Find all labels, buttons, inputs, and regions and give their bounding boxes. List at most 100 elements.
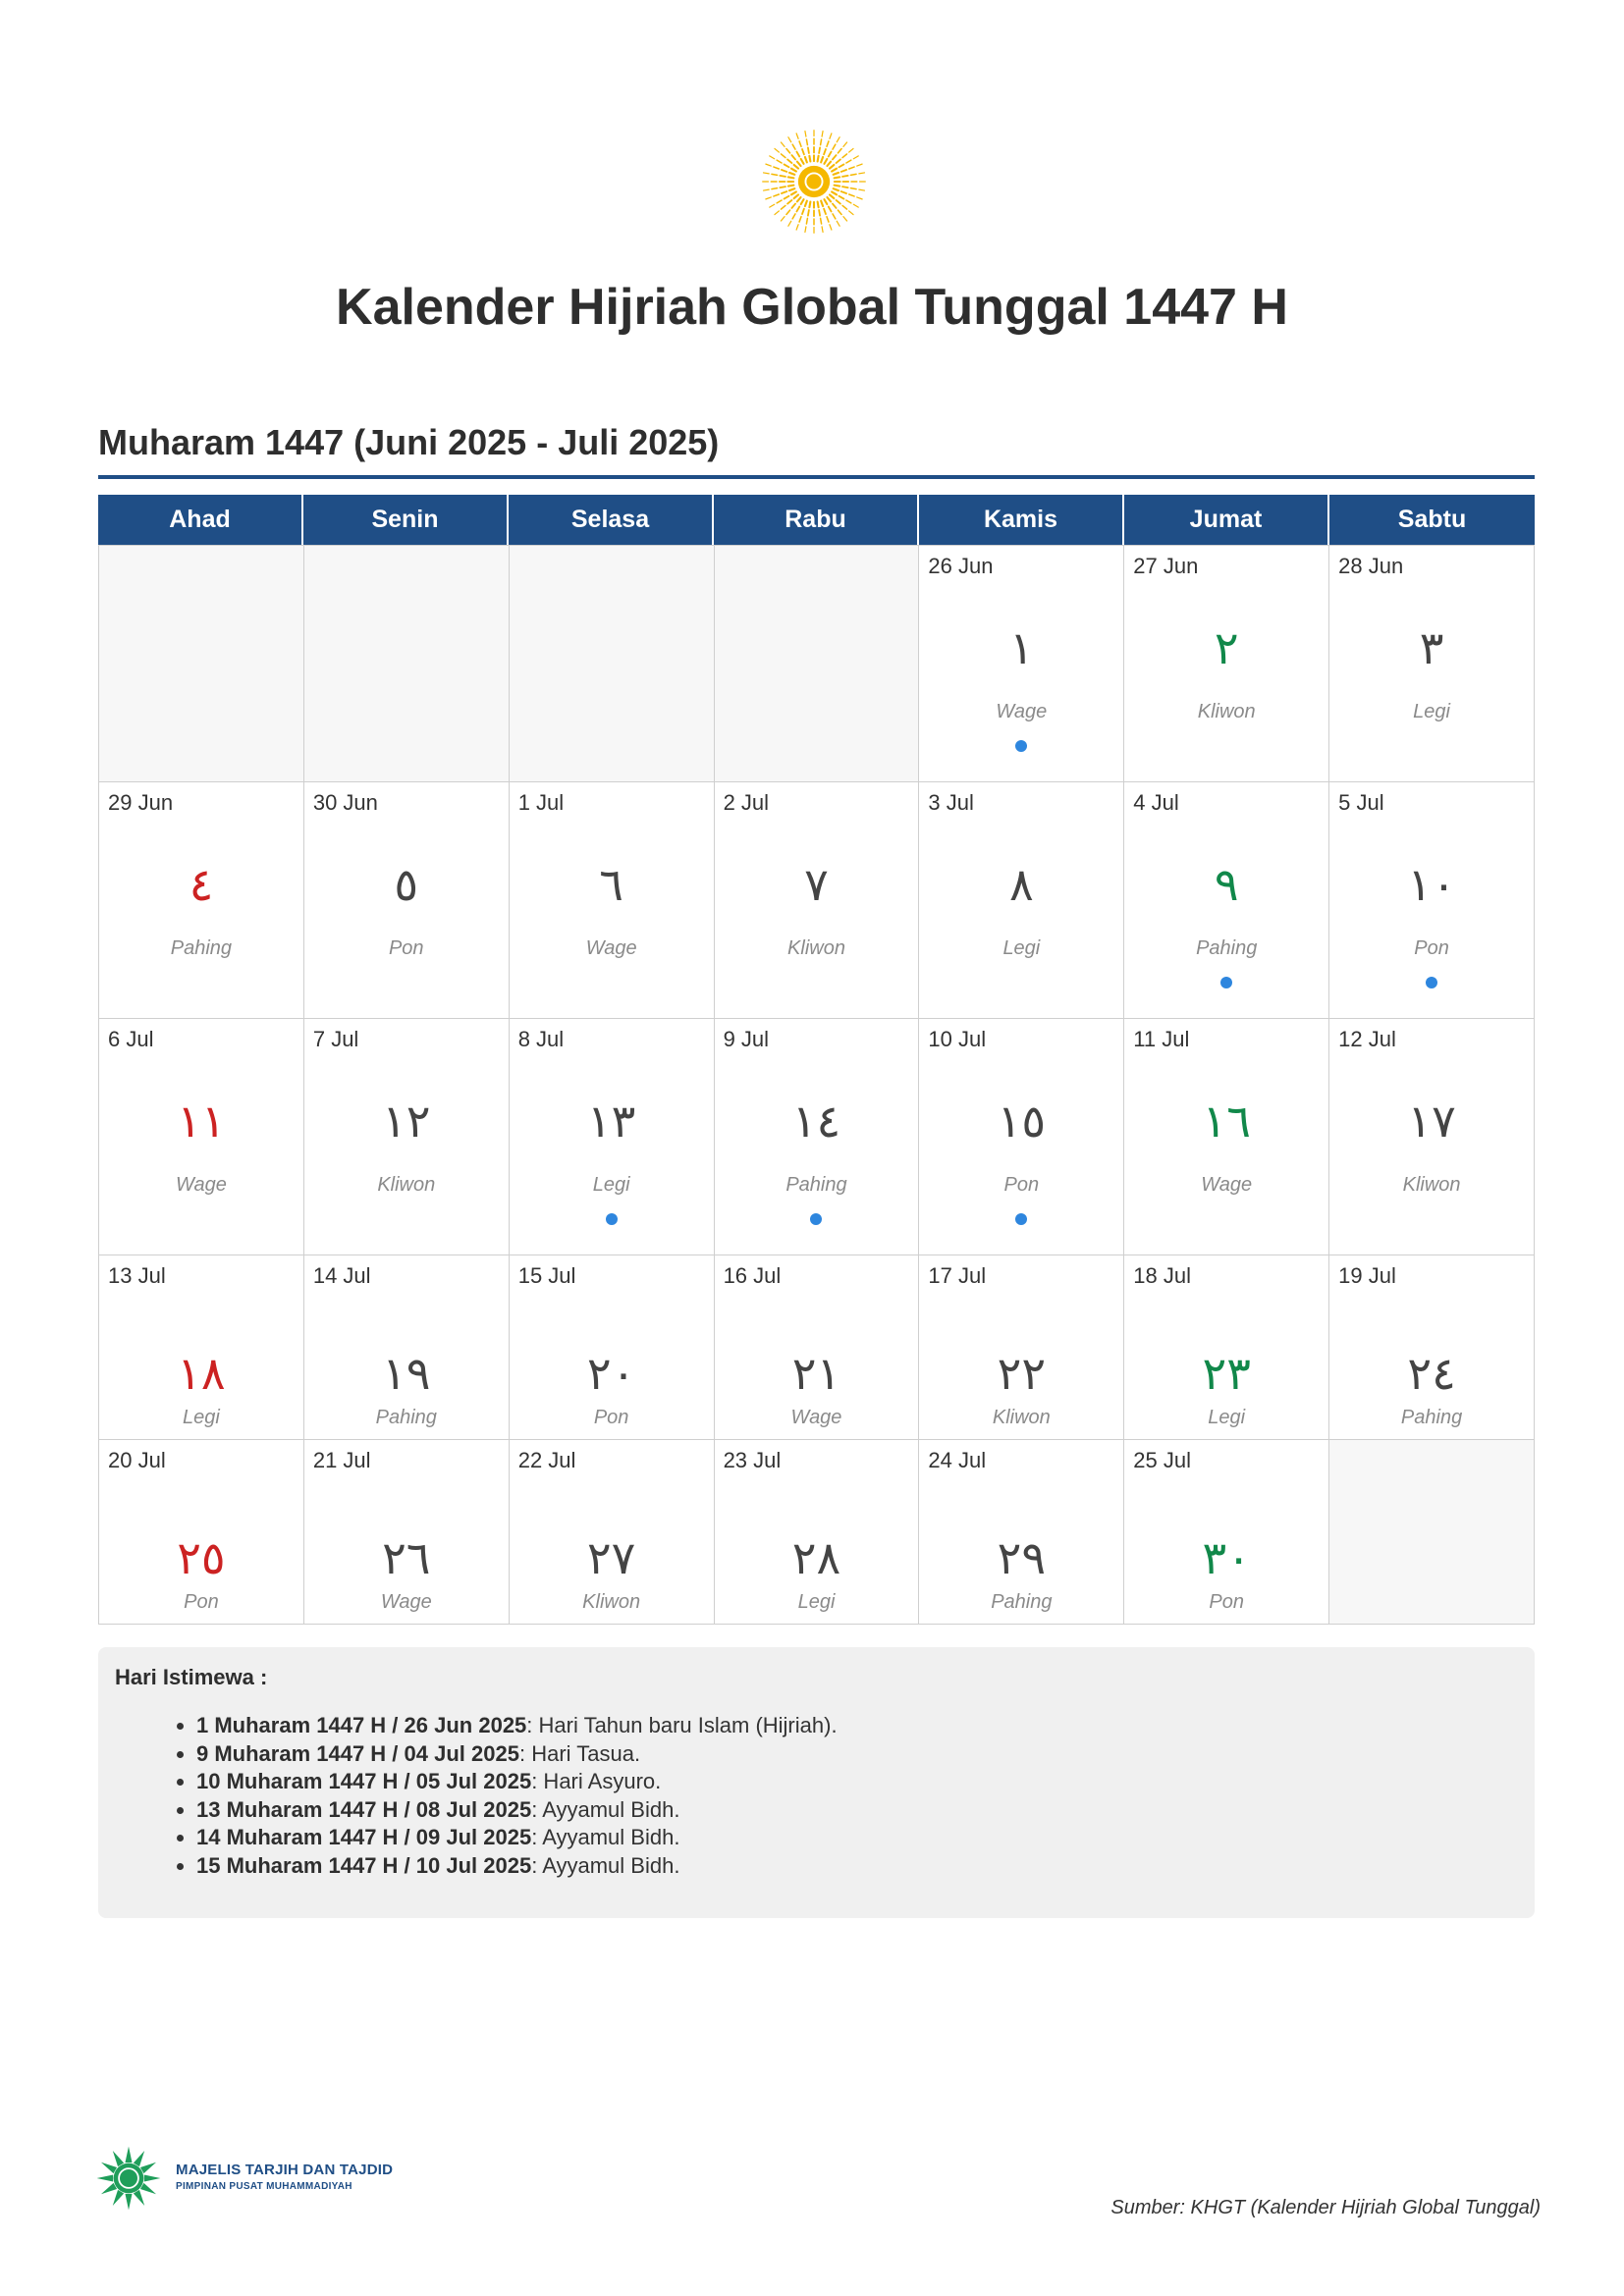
pasaran-day: Pahing (991, 1591, 1053, 1613)
pasaran-day: Kliwon (1197, 701, 1256, 722)
calendar-day-cell: 26 Jun ١ Wage (919, 546, 1125, 782)
pasaran-day: Pahing (170, 937, 233, 959)
hijri-date: ٣ (1419, 621, 1444, 674)
calendar-day-cell: 5 Jul ١٠ Pon (1329, 782, 1535, 1019)
calendar-empty-cell (99, 546, 304, 782)
gregorian-date: 2 Jul (723, 790, 770, 815)
hijri-date: ٢٦ (382, 1531, 431, 1584)
calendar-day-cell: 16 Jul ٢١ Wage (714, 1255, 920, 1440)
pasaran-day: Wage (380, 1591, 432, 1613)
weekday-senin: Senin (303, 495, 509, 545)
pasaran-day: Pahing (785, 1174, 847, 1196)
calendar-day-cell: 27 Jun ٢ Kliwon (1124, 546, 1330, 782)
calendar-day-cell: 12 Jul ١٧ Kliwon (1329, 1019, 1535, 1255)
pasaran-day: Legi (1002, 937, 1041, 959)
gregorian-date: 26 Jun (928, 554, 994, 578)
gregorian-date: 28 Jun (1338, 554, 1404, 578)
hijri-date: ١٣ (586, 1095, 636, 1148)
hijri-date: ٣٠ (1202, 1531, 1251, 1584)
hijri-date: ١٥ (997, 1095, 1047, 1148)
pasaran-day: Wage (175, 1174, 227, 1196)
page-title: Kalender Hijriah Global Tunggal 1447 H (336, 279, 1288, 336)
pasaran-day: Legi (1413, 701, 1450, 722)
special-day-date: 10 Muharam 1447 H / 05 Jul 2025 (196, 1769, 532, 1793)
special-day-item: 9 Muharam 1447 H / 04 Jul 2025: Hari Tas… (196, 1740, 838, 1769)
weekday-rabu: Rabu (714, 495, 919, 545)
gregorian-date: 15 Jul (517, 1263, 576, 1288)
pasaran-day: Wage (790, 1407, 842, 1428)
pasaran-day: Wage (585, 937, 637, 959)
pasaran-day: Wage (1201, 1174, 1253, 1196)
calendar-day-cell: 4 Jul ٩ Pahing (1124, 782, 1330, 1019)
special-day-item: 13 Muharam 1447 H / 08 Jul 2025: Ayyamul… (196, 1796, 838, 1825)
gregorian-date: 17 Jul (928, 1263, 987, 1288)
hijri-date: ١٦ (1202, 1095, 1251, 1148)
pasaran-day: Legi (797, 1591, 836, 1613)
hijri-date: ٢٠ (586, 1347, 636, 1400)
special-day-description: : Ayyamul Bidh. (531, 1825, 680, 1849)
hijri-date: ٢٤ (1407, 1347, 1456, 1400)
hijri-date: ١٨ (177, 1347, 226, 1400)
month-title-divider (98, 475, 1535, 479)
special-days-title: Hari Istimewa : (115, 1665, 268, 1689)
special-day-description: : Hari Tasua. (518, 1740, 641, 1766)
pasaran-day: Kliwon (377, 1174, 436, 1196)
gregorian-date: 21 Jul (312, 1448, 371, 1472)
gregorian-date: 4 Jul (1133, 790, 1179, 815)
calendar-day-cell: 2 Jul ٧ Kliwon (714, 782, 920, 1019)
weekday-kamis: Kamis (919, 495, 1124, 545)
calendar-day-cell: 21 Jul ٢٦ Wage (303, 1440, 510, 1625)
gregorian-date: 7 Jul (312, 1027, 359, 1051)
hijri-date: ٢٢ (997, 1347, 1047, 1400)
hijri-date: ٢ (1214, 621, 1239, 674)
calendar-day-cell: 11 Jul ١٦ Wage (1124, 1019, 1330, 1255)
hijri-date: ٢٨ (791, 1531, 841, 1584)
calendar-weekday-header: Ahad Senin Selasa Rabu Kamis Jumat Sabtu (98, 495, 1535, 545)
pasaran-day: Kliwon (582, 1591, 641, 1613)
pasaran-day: Legi (592, 1174, 630, 1196)
special-day-date: 1 Muharam 1447 H / 26 Jun 2025 (196, 1713, 527, 1737)
pasaran-day: Legi (183, 1407, 220, 1428)
special-day-description: : Ayyamul Bidh. (531, 1796, 680, 1822)
special-day-date: 14 Muharam 1447 H / 09 Jul 2025 (196, 1825, 532, 1849)
gregorian-date: 13 Jul (108, 1263, 166, 1288)
calendar-day-cell: 23 Jul ٢٨ Legi (714, 1440, 920, 1625)
gregorian-date: 23 Jul (723, 1448, 782, 1472)
gregorian-date: 29 Jun (108, 790, 174, 815)
special-day-date: 9 Muharam 1447 H / 04 Jul 2025 (196, 1740, 519, 1766)
calendar-day-cell: 17 Jul ٢٢ Kliwon (919, 1255, 1125, 1440)
calendar-empty-cell (1329, 1440, 1535, 1625)
hijri-date: ١٢ (382, 1095, 431, 1148)
weekday-ahad: Ahad (98, 495, 303, 545)
calendar-day-cell: 7 Jul ١٢ Kliwon (303, 1019, 510, 1255)
pasaran-day: Pon (388, 937, 424, 959)
pasaran-day: Pon (1003, 1174, 1040, 1196)
special-day-description: : Hari Tahun baru Islam (Hijriah). (526, 1713, 838, 1737)
calendar-day-cell: 25 Jul ٣٠ Pon (1124, 1440, 1330, 1625)
calendar-day-cell: 24 Jul ٢٩ Pahing (919, 1440, 1125, 1625)
special-day-description: : Ayyamul Bidh. (531, 1852, 680, 1878)
gregorian-date: 14 Jul (312, 1263, 371, 1288)
gregorian-date: 18 Jul (1133, 1263, 1191, 1288)
special-day-dot (1220, 977, 1233, 988)
special-day-dot (810, 1213, 823, 1225)
calendar-day-cell: 9 Jul ١٤ Pahing (714, 1019, 920, 1255)
hijri-date: ١ (1008, 621, 1034, 674)
pasaran-day: Legi (1208, 1407, 1246, 1428)
calendar-day-cell: 15 Jul ٢٠ Pon (509, 1255, 715, 1440)
hijri-date: ٩ (1214, 858, 1239, 911)
gregorian-date: 16 Jul (723, 1263, 782, 1288)
special-day-description: : Hari Asyuro. (531, 1769, 662, 1793)
pasaran-day: Pon (593, 1407, 629, 1428)
hijri-date: ١٠ (1407, 858, 1456, 911)
special-day-dot (1015, 1213, 1028, 1225)
organization-subtitle: PIMPINAN PUSAT MUHAMMADIYAH (176, 2181, 352, 2192)
special-day-date: 13 Muharam 1447 H / 08 Jul 2025 (196, 1796, 532, 1822)
calendar-day-cell: 10 Jul ١٥ Pon (919, 1019, 1125, 1255)
gregorian-date: 30 Jun (312, 790, 378, 815)
calendar-day-cell: 14 Jul ١٩ Pahing (303, 1255, 510, 1440)
pasaran-day: Wage (996, 701, 1048, 722)
gregorian-date: 11 Jul (1133, 1027, 1190, 1051)
calendar-day-cell: 6 Jul ١١ Wage (99, 1019, 304, 1255)
calendar-day-cell: 13 Jul ١٨ Legi (99, 1255, 304, 1440)
